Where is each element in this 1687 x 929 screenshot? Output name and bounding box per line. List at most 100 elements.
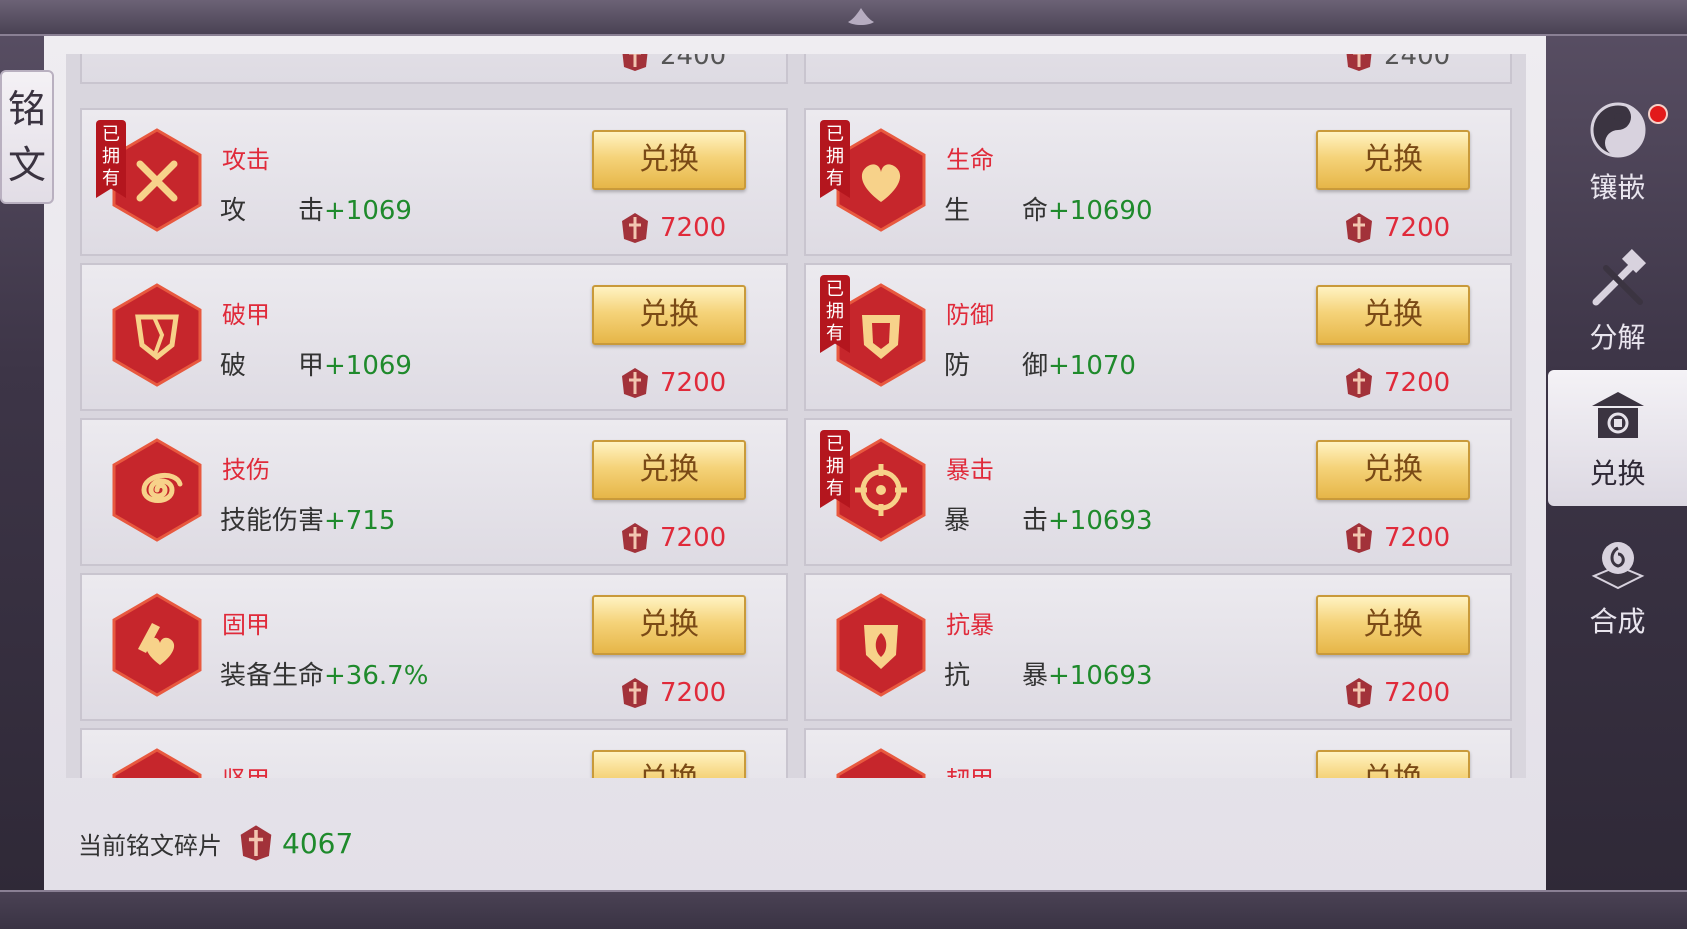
exchange-button[interactable]: 兑换 xyxy=(592,285,746,345)
shard-icon xyxy=(1346,213,1372,243)
list-item-crit-resist: 抗暴 抗 暴+10693 兑换 7200 xyxy=(804,573,1512,721)
price-value: 7200 xyxy=(1384,678,1451,708)
price-value: 7200 xyxy=(660,678,727,708)
owned-badge: 已拥有 xyxy=(96,120,126,198)
shard-icon xyxy=(622,678,648,708)
shard-icon xyxy=(622,368,648,398)
exchange-button[interactable]: 兑换 xyxy=(1316,285,1470,345)
bottom-border xyxy=(0,890,1687,929)
exchange-button[interactable]: 兑换 xyxy=(592,595,746,655)
nav-exchange[interactable]: 兑换 xyxy=(1548,370,1687,506)
inscription-name: 生命 xyxy=(946,146,994,174)
broken-shield-icon xyxy=(112,283,202,387)
title-char-1: 铭 xyxy=(7,87,46,131)
price: 7200 xyxy=(618,365,726,401)
price-value: 2400 xyxy=(1384,54,1451,71)
exchange-button[interactable]: 兑换 xyxy=(592,750,746,778)
price-value: 7200 xyxy=(660,523,727,553)
inscription-stat: 破 甲+1069 xyxy=(220,351,412,381)
exchange-button[interactable]: 兑换 xyxy=(1316,440,1470,500)
shard-icon xyxy=(1346,523,1372,553)
inscription-stat: 装备生命+36.7% xyxy=(220,661,429,691)
inscription-name: 破甲 xyxy=(222,301,270,329)
exchange-button[interactable]: 兑换 xyxy=(592,130,746,190)
exchange-shop-icon xyxy=(1591,392,1644,438)
guard-shield-icon xyxy=(836,593,926,697)
inscription-name: 防御 xyxy=(946,301,994,329)
screen-frame: 铭 文 2400 2400 已拥有 攻击 攻 击+1069 兑换 7200 已 … xyxy=(0,0,1687,929)
inscription-stat: 生 命+10690 xyxy=(944,196,1153,226)
inscription-name: 暴击 xyxy=(946,456,994,484)
exchange-button[interactable]: 兑换 xyxy=(1316,750,1470,778)
list-item-partial-bottom-left: 坚甲 兑换 xyxy=(80,728,788,778)
list-item-partial-bottom-right: 韧甲 兑换 xyxy=(804,728,1512,778)
shard-icon xyxy=(1346,678,1372,708)
current-shards-label: 当前铭文碎片 xyxy=(78,831,222,860)
owned-badge: 已拥有 xyxy=(820,275,850,353)
shard-icon xyxy=(1346,368,1372,398)
nav-label: 兑换 xyxy=(1589,457,1646,490)
inscription-name: 固甲 xyxy=(222,611,270,639)
shard-icon xyxy=(622,523,648,553)
price-value: 2400 xyxy=(660,54,727,71)
synthesis-stone-icon xyxy=(1591,542,1644,590)
title-tab: 铭 文 xyxy=(0,70,54,204)
list-item-crit: 已拥有 暴击 暴 击+10693 兑换 7200 xyxy=(804,418,1512,566)
inscription-stat: 防 御+1070 xyxy=(944,351,1136,381)
list-item-partial-top-left: 2400 xyxy=(80,54,788,84)
list-item-hp: 已拥有 生命 生 命+10690 兑换 7200 xyxy=(804,108,1512,256)
price: 7200 xyxy=(1342,675,1450,711)
inscription-list[interactable]: 2400 2400 已拥有 攻击 攻 击+1069 兑换 7200 已 拥 有 … xyxy=(66,54,1526,778)
exchange-button[interactable]: 兑换 xyxy=(1316,130,1470,190)
price-value: 7200 xyxy=(1384,523,1451,553)
spiral-icon xyxy=(112,438,202,542)
inscription-stat: 技能伤害+715 xyxy=(220,506,396,536)
exchange-button[interactable]: 兑换 xyxy=(592,440,746,500)
price: 7200 xyxy=(618,210,726,246)
list-item-skill-damage: 技伤 技能伤害+715 兑换 7200 xyxy=(80,418,788,566)
nav-synthesis[interactable]: 合成 xyxy=(1548,518,1687,654)
owned-badge: 已拥有 xyxy=(820,120,850,198)
shard-icon xyxy=(240,825,272,861)
armor-heart-icon xyxy=(112,593,202,697)
top-border xyxy=(0,0,1687,36)
notification-dot xyxy=(1648,104,1668,124)
lotus-ornament-icon xyxy=(848,8,874,25)
list-item-defense: 已拥有 防御 防 御+1070 兑换 7200 xyxy=(804,263,1512,411)
price-value: 7200 xyxy=(660,368,727,398)
inscription-badge-icon xyxy=(112,748,202,778)
price: 7200 xyxy=(618,520,726,556)
owned-badge: 已拥有 xyxy=(820,430,850,508)
nav-label: 合成 xyxy=(1589,605,1646,638)
list-item-partial-top-right: 2400 xyxy=(804,54,1512,84)
side-nav: 镶嵌 分解 兑换 合成 xyxy=(1548,70,1687,670)
nav-label: 镶嵌 xyxy=(1589,171,1646,204)
current-shards-value: 4067 xyxy=(282,826,354,860)
price: 7200 xyxy=(1342,365,1450,401)
inscription-stat: 攻 击+1069 xyxy=(220,196,412,226)
nav-decompose[interactable]: 分解 xyxy=(1548,234,1687,370)
inscription-name: 攻击 xyxy=(222,146,270,174)
price: 7200 xyxy=(1342,210,1450,246)
exchange-button[interactable]: 兑换 xyxy=(1316,595,1470,655)
price: 2400 xyxy=(618,54,726,74)
inscription-name: 技伤 xyxy=(222,456,270,484)
title-char-2: 文 xyxy=(7,143,46,187)
shard-icon xyxy=(622,54,648,71)
price-value: 7200 xyxy=(660,213,727,243)
list-item-armor-break: 破甲 破 甲+1069 兑换 7200 xyxy=(80,263,788,411)
nav-inlay[interactable]: 镶嵌 xyxy=(1548,84,1687,220)
inscription-name: 抗暴 xyxy=(946,611,994,639)
list-item-solid-armor: 固甲 装备生命+36.7% 兑换 7200 xyxy=(80,573,788,721)
inscription-stat: 暴 击+10693 xyxy=(944,506,1153,536)
price: 7200 xyxy=(1342,520,1450,556)
inscription-badge-icon xyxy=(836,748,926,778)
price-value: 7200 xyxy=(1384,213,1451,243)
price: 7200 xyxy=(618,675,726,711)
price: 2400 xyxy=(1342,54,1450,74)
price-value: 7200 xyxy=(1384,368,1451,398)
shard-icon xyxy=(622,213,648,243)
list-item-attack: 已拥有 攻击 攻 击+1069 兑换 7200 xyxy=(80,108,788,256)
shard-icon xyxy=(1346,54,1372,71)
inscription-name: 坚甲 xyxy=(222,760,270,778)
